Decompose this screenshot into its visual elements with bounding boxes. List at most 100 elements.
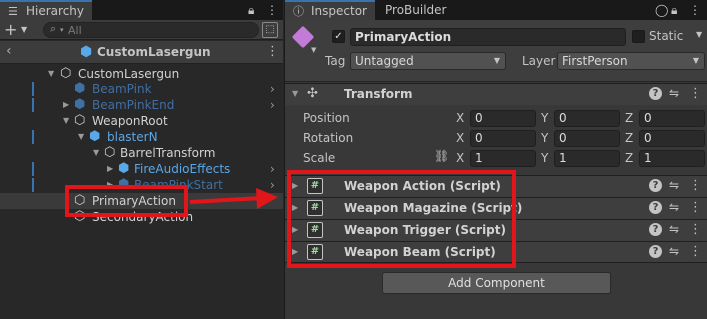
static-checkbox[interactable] (632, 30, 645, 43)
override-bar (32, 162, 34, 176)
preset-sliders-icon[interactable]: ⇋ (669, 244, 679, 258)
kebab-menu-icon[interactable]: ⋮ (266, 44, 279, 59)
search-dropdown-icon[interactable]: ▾ (60, 23, 64, 37)
chevron-right-icon[interactable]: › (270, 161, 275, 177)
kebab-menu-icon[interactable]: ⋮ (689, 222, 702, 237)
fold-open-icon[interactable]: ▼ (93, 145, 99, 161)
preset-sliders-icon[interactable]: ⇋ (669, 86, 679, 100)
add-component-button[interactable]: Add Component (382, 272, 611, 294)
position-label: Position (303, 111, 350, 125)
prefab-cube-icon: ⬢ (80, 44, 93, 60)
hierarchy-item[interactable]: ▶ ⬢ FireAudioEffects › (0, 161, 283, 177)
fold-open-icon[interactable]: ▼ (63, 113, 69, 129)
tab-hierarchy[interactable]: ☰ Hierarchy (0, 0, 93, 20)
kebab-menu-icon[interactable]: ⋮ (689, 200, 702, 215)
preset-sliders-icon[interactable]: ⇋ (669, 178, 679, 192)
tag-value: Untagged (355, 54, 414, 68)
kebab-menu-icon[interactable]: ⋮ (689, 178, 702, 193)
chevron-down-icon: ▼ (692, 56, 699, 65)
constrain-proportions-icon[interactable]: ⛓ (434, 149, 449, 163)
axis-y-label: Y (541, 111, 549, 125)
static-label: Static (649, 29, 684, 43)
position-y-field[interactable]: 0 (554, 110, 620, 127)
hierarchy-item[interactable]: ⬢ BeamPink › (0, 81, 283, 97)
preset-sliders-icon[interactable]: ⇋ (669, 222, 679, 236)
scale-z-field[interactable]: 1 (639, 150, 705, 167)
chevron-down-icon: ▼ (21, 25, 28, 34)
scale-y-field[interactable]: 1 (554, 150, 620, 167)
position-x-field[interactable]: 0 (470, 110, 536, 127)
hierarchy-item[interactable]: ▼ ⬢ blasterN (0, 129, 283, 145)
kebab-menu-icon[interactable]: ⋮ (689, 244, 702, 259)
create-button[interactable]: + ▼ (4, 21, 34, 39)
tag-dropdown[interactable]: Untagged ▼ (350, 52, 506, 70)
layer-label: Layer (522, 54, 556, 68)
chevron-right-icon[interactable]: › (270, 97, 275, 113)
tag-label: Tag (325, 54, 346, 68)
hierarchy-item[interactable]: ▼ ⬡ CustomLasergun (0, 66, 283, 82)
tab-probuilder[interactable]: ProBuilder (377, 0, 454, 20)
hierarchy-item-label: FireAudioEffects (134, 162, 231, 176)
fold-open-icon[interactable]: ▼ (292, 89, 298, 98)
search-icon: ⌕ (50, 22, 57, 35)
axis-y-label: Y (541, 151, 549, 165)
plus-icon: + (4, 20, 18, 39)
fold-closed-icon[interactable]: ▶ (107, 161, 113, 177)
lock-icon[interactable]: 🔒︎ (248, 2, 254, 18)
chevron-right-icon[interactable]: › (270, 81, 275, 97)
rotation-z-field[interactable]: 0 (639, 130, 705, 147)
axis-y-label: Y (541, 131, 549, 145)
scale-label: Scale (303, 151, 336, 165)
lock-icon[interactable]: 🔒︎ (671, 2, 677, 18)
debug-toggle-icon[interactable]: ◯ (655, 2, 668, 18)
layer-value: FirstPerson (562, 54, 628, 68)
hierarchy-tabbar: ☰ Hierarchy 🔒︎ ⋮ (0, 0, 283, 20)
position-z-field[interactable]: 0 (639, 110, 705, 127)
info-icon: ⓘ (293, 5, 304, 18)
fold-closed-icon[interactable]: ▶ (63, 97, 69, 113)
scene-title: CustomLasergun (97, 45, 211, 59)
active-checkbox[interactable]: ✓ (332, 30, 345, 43)
kebab-menu-icon[interactable]: ⋮ (689, 2, 701, 18)
object-name-field[interactable]: PrimaryAction (350, 28, 626, 46)
prefab-cube-icon: ⬢ (74, 97, 86, 112)
fold-open-icon[interactable]: ▼ (78, 129, 84, 145)
axis-z-label: Z (625, 131, 634, 145)
search-input[interactable] (68, 23, 238, 37)
chevron-down-icon[interactable]: ▼ (311, 46, 316, 54)
override-bar (32, 98, 34, 112)
tab-inspector[interactable]: ⓘ Inspector (285, 0, 375, 20)
chevron-down-icon[interactable]: ▼ (696, 30, 702, 39)
hierarchy-item[interactable]: ▼ ⬡ BarrelTransform (0, 145, 283, 161)
layer-dropdown[interactable]: FirstPerson ▼ (557, 52, 705, 70)
hierarchy-item-label: blasterN (107, 130, 158, 144)
fold-open-icon[interactable]: ▼ (48, 66, 54, 82)
scale-x-field[interactable]: 1 (470, 150, 536, 167)
rotation-y-field[interactable]: 0 (554, 130, 620, 147)
gameobject-header: ▼ ✓ PrimaryAction Static ▼ Tag Untagged … (285, 20, 707, 82)
scene-picker-icon[interactable]: ⬚ (262, 22, 278, 38)
kebab-menu-icon[interactable]: ⋮ (689, 86, 702, 101)
help-icon[interactable]: ? (649, 201, 662, 214)
axis-x-label: X (456, 111, 465, 125)
chevron-right-icon[interactable]: › (270, 177, 275, 193)
gameobject-icon[interactable] (291, 25, 315, 49)
hierarchy-item[interactable]: ▶ ⬢ BeamPinkEnd › (0, 97, 283, 113)
help-icon[interactable]: ? (649, 223, 662, 236)
preset-sliders-icon[interactable]: ⇋ (669, 200, 679, 214)
search-box[interactable]: ⌕ ▾ (43, 22, 259, 38)
help-icon[interactable]: ? (649, 87, 662, 100)
help-icon[interactable]: ? (649, 179, 662, 192)
rotation-x-field[interactable]: 0 (470, 130, 536, 147)
gameobject-cube-icon: ⬡ (104, 145, 116, 160)
tab-probuilder-label: ProBuilder (385, 3, 447, 17)
help-icon[interactable]: ? (649, 245, 662, 258)
scene-header[interactable]: ‹ ⬢ CustomLasergun ⋮ (0, 41, 283, 64)
hierarchy-item[interactable]: ▼ ⬡ WeaponRoot (0, 113, 283, 129)
hierarchy-item-label: CustomLasergun (78, 67, 180, 81)
transform-header[interactable]: ▼ ✣ Transform ? ⇋ ⋮ (285, 83, 707, 105)
rotation-label: Rotation (303, 131, 354, 145)
kebab-menu-icon[interactable]: ⋮ (266, 2, 278, 18)
hierarchy-panel: ☰ Hierarchy 🔒︎ ⋮ + ▼ ⌕ ▾ ⬚ ‹ ⬢ CustomLas… (0, 0, 283, 319)
back-arrow-icon[interactable]: ‹ (6, 43, 12, 59)
